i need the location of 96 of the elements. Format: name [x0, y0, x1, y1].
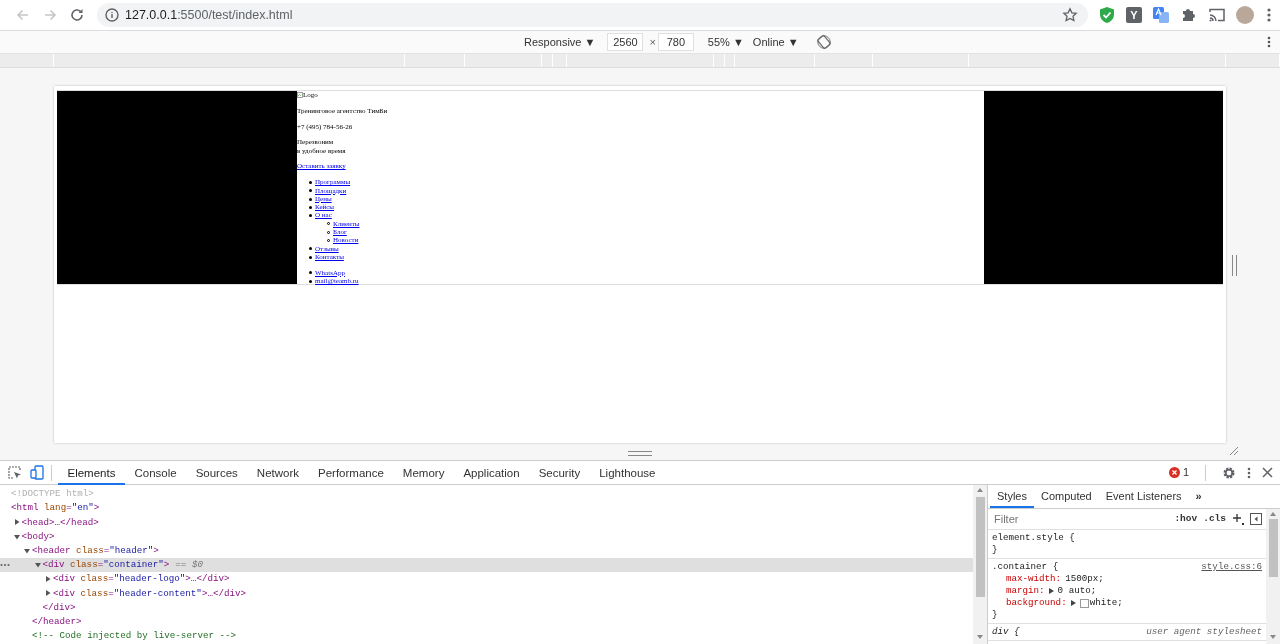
closing-brace: } [992, 609, 999, 621]
translate-icon[interactable] [1152, 6, 1170, 24]
bullet-icon [309, 214, 312, 218]
devtools-tab[interactable]: Elements [58, 460, 125, 485]
puzzle-icon[interactable] [1180, 6, 1198, 24]
star-icon[interactable] [1062, 7, 1078, 23]
resize-handle[interactable] [628, 451, 652, 456]
scrollbar[interactable] [973, 485, 987, 644]
more-icon[interactable] [0, 563, 10, 568]
scroll-down-icon[interactable] [1270, 635, 1276, 639]
css-value: 1500px; [1065, 573, 1104, 585]
more-icon[interactable] [1266, 35, 1272, 49]
expand-arrow-icon[interactable] [24, 547, 30, 554]
css-property: margin: [1006, 585, 1045, 597]
bullet-icon [309, 279, 312, 283]
styles-tab[interactable]: Event Listeners [1098, 485, 1189, 508]
shield-icon[interactable] [1098, 6, 1116, 24]
bullet-icon [309, 189, 312, 193]
more-tabs-button[interactable]: » [1188, 485, 1209, 508]
css-selector: .container { [992, 561, 1059, 573]
closing-brace: } [992, 544, 999, 556]
expand-arrow-icon[interactable] [1048, 588, 1054, 594]
bullet-icon [309, 271, 312, 275]
bullet-icon [309, 197, 312, 201]
width-field[interactable]: 2560 [607, 33, 644, 51]
expand-arrow-icon[interactable] [1070, 600, 1076, 606]
devtools-tab[interactable]: Console [124, 460, 187, 485]
device-dropdown[interactable]: Responsive ▼ [524, 33, 596, 51]
reload-icon[interactable] [69, 7, 85, 23]
throttling-dropdown[interactable]: Online ▼ [752, 33, 799, 51]
expand-arrow-icon[interactable] [45, 590, 51, 597]
expand-arrow-icon[interactable] [34, 562, 41, 569]
extension-button[interactable]: Y [1126, 7, 1142, 23]
dom-node[interactable]: <body> [21, 529, 55, 544]
times-sign: × [649, 34, 656, 50]
scrollbar[interactable] [1266, 509, 1280, 644]
devtools-tab[interactable]: Security [529, 460, 590, 485]
resize-handle[interactable] [1232, 255, 1237, 276]
devtools-tab[interactable]: Performance [308, 460, 394, 485]
error-icon[interactable] [1168, 467, 1180, 478]
styles-tab[interactable]: Computed [1033, 485, 1099, 508]
devtools-tab[interactable]: Network [247, 460, 309, 485]
broken-image-icon [297, 92, 303, 99]
resize-corner-icon[interactable] [1229, 446, 1239, 456]
color-swatch[interactable] [1079, 598, 1089, 608]
scroll-up-icon[interactable] [977, 488, 983, 492]
scroll-down-icon[interactable] [977, 635, 983, 639]
dom-node[interactable]: </div> [42, 600, 76, 615]
devtools-tab[interactable]: Memory [393, 460, 454, 485]
error-count[interactable]: 1 [1182, 464, 1189, 481]
cast-icon[interactable] [1208, 6, 1226, 24]
expand-arrow-icon[interactable] [13, 533, 20, 540]
styles-tab[interactable]: Styles [990, 485, 1034, 508]
address-bar[interactable]: 127.0.0.1:5500/test/index.html [97, 3, 1088, 27]
stylesheet-origin: user agent stylesheet [1146, 626, 1262, 638]
sidebar-toggle-icon[interactable] [1250, 513, 1262, 525]
url-text: 127.0.0.1:5500/test/index.html [125, 6, 294, 24]
bullet-icon [309, 180, 312, 184]
close-icon[interactable] [1262, 467, 1273, 478]
dom-node[interactable]: <div class="header-logo">…</div> [53, 572, 230, 587]
css-selector: div { [992, 626, 1020, 638]
css-property: max-width: [1006, 573, 1062, 585]
devtools-tab[interactable]: Sources [186, 460, 248, 485]
css-selector: element.style { [992, 532, 1075, 544]
more-icon[interactable] [1246, 465, 1252, 480]
dom-node[interactable]: <div class="container"> == $0 [42, 558, 203, 572]
cls-button[interactable]: .cls [1203, 511, 1226, 527]
dom-node[interactable]: <!-- Code injected by live-server --> [32, 629, 236, 643]
scroll-up-icon[interactable] [1270, 512, 1276, 516]
device-icon[interactable] [30, 465, 45, 480]
inspect-icon[interactable] [7, 465, 22, 480]
hov-button[interactable]: :hov [1174, 511, 1198, 527]
settings-icon[interactable] [1222, 465, 1236, 480]
devtools-tab[interactable]: Lighthouse [589, 460, 665, 485]
source-link[interactable]: style.css:6 [1201, 561, 1262, 573]
bullet-icon [309, 255, 312, 259]
scrollbar-thumb[interactable] [975, 497, 985, 597]
height-field[interactable]: 780 [657, 33, 694, 51]
dom-node[interactable]: </header> [32, 614, 82, 629]
scrollbar-thumb[interactable] [1268, 519, 1278, 577]
bullet-icon [309, 205, 312, 209]
zoom-dropdown[interactable]: 55% ▼ [707, 33, 744, 51]
plus-icon[interactable] [1232, 513, 1244, 525]
expand-arrow-icon[interactable] [13, 519, 20, 526]
dom-node[interactable]: <div class="header-content">…</div> [53, 586, 246, 601]
devtools-tab[interactable]: Application [453, 460, 530, 485]
dom-node[interactable]: <head>…</head> [21, 515, 99, 530]
css-value: white; [1089, 597, 1123, 609]
info-icon[interactable] [105, 8, 119, 22]
css-property: background: [1006, 597, 1067, 609]
dom-node[interactable]: <header class="header"> [32, 543, 159, 558]
bullet-icon [309, 247, 312, 251]
dom-node[interactable]: <html lang="en"> [11, 501, 100, 516]
rotate-icon[interactable] [816, 35, 831, 49]
expand-arrow-icon[interactable] [45, 576, 51, 583]
css-value: 0 auto; [1057, 585, 1097, 597]
